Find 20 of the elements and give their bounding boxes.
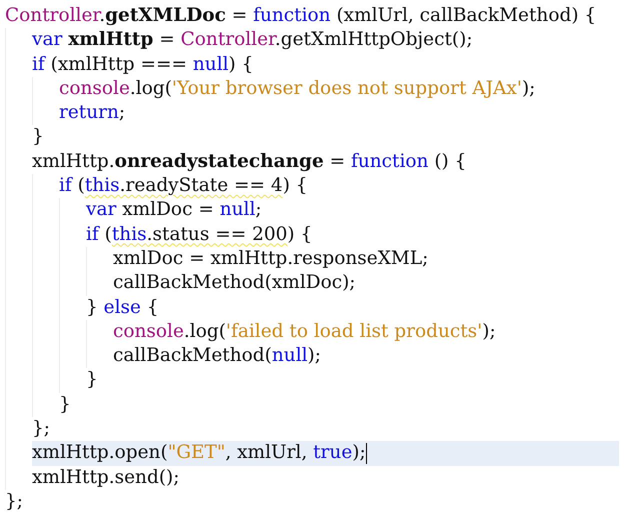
- code-line: xmlDoc = xmlHttp.responseXML;: [113, 246, 430, 271]
- code-line: console.log('failed to load list products');: [113, 320, 497, 344]
- code-line: Controller.getXMLDoc = function (xmlUrl, callBackMethod) {: [5, 4, 598, 28]
- code-line: var xmlHttp = Controller.getXmlHttpObject();: [32, 28, 474, 52]
- code-line: };: [5, 490, 24, 513]
- code-line: } else {: [86, 296, 160, 320]
- code-line: if (this.status == 200) {: [86, 222, 314, 247]
- code-line: if (xmlHttp === null) {: [32, 52, 254, 77]
- code-line: if (this.readyState == 4) {: [59, 174, 309, 198]
- code-line: xmlHttp.send();: [32, 466, 180, 490]
- code-line: }: [59, 392, 72, 417]
- code-line: callBackMethod(null);: [113, 344, 322, 368]
- code-line: var xmlDoc = null;: [86, 198, 263, 222]
- code-line: };: [32, 417, 52, 442]
- code-line: callBackMethod(xmlDoc);: [113, 271, 357, 296]
- code-line: }: [86, 368, 99, 392]
- code-line: return;: [59, 101, 126, 126]
- code-line: }: [32, 125, 45, 150]
- code-line: console.log('Your browser does not support AJAx');: [59, 76, 536, 101]
- code-line: xmlHttp.onreadystatechange = function () {: [32, 150, 468, 174]
